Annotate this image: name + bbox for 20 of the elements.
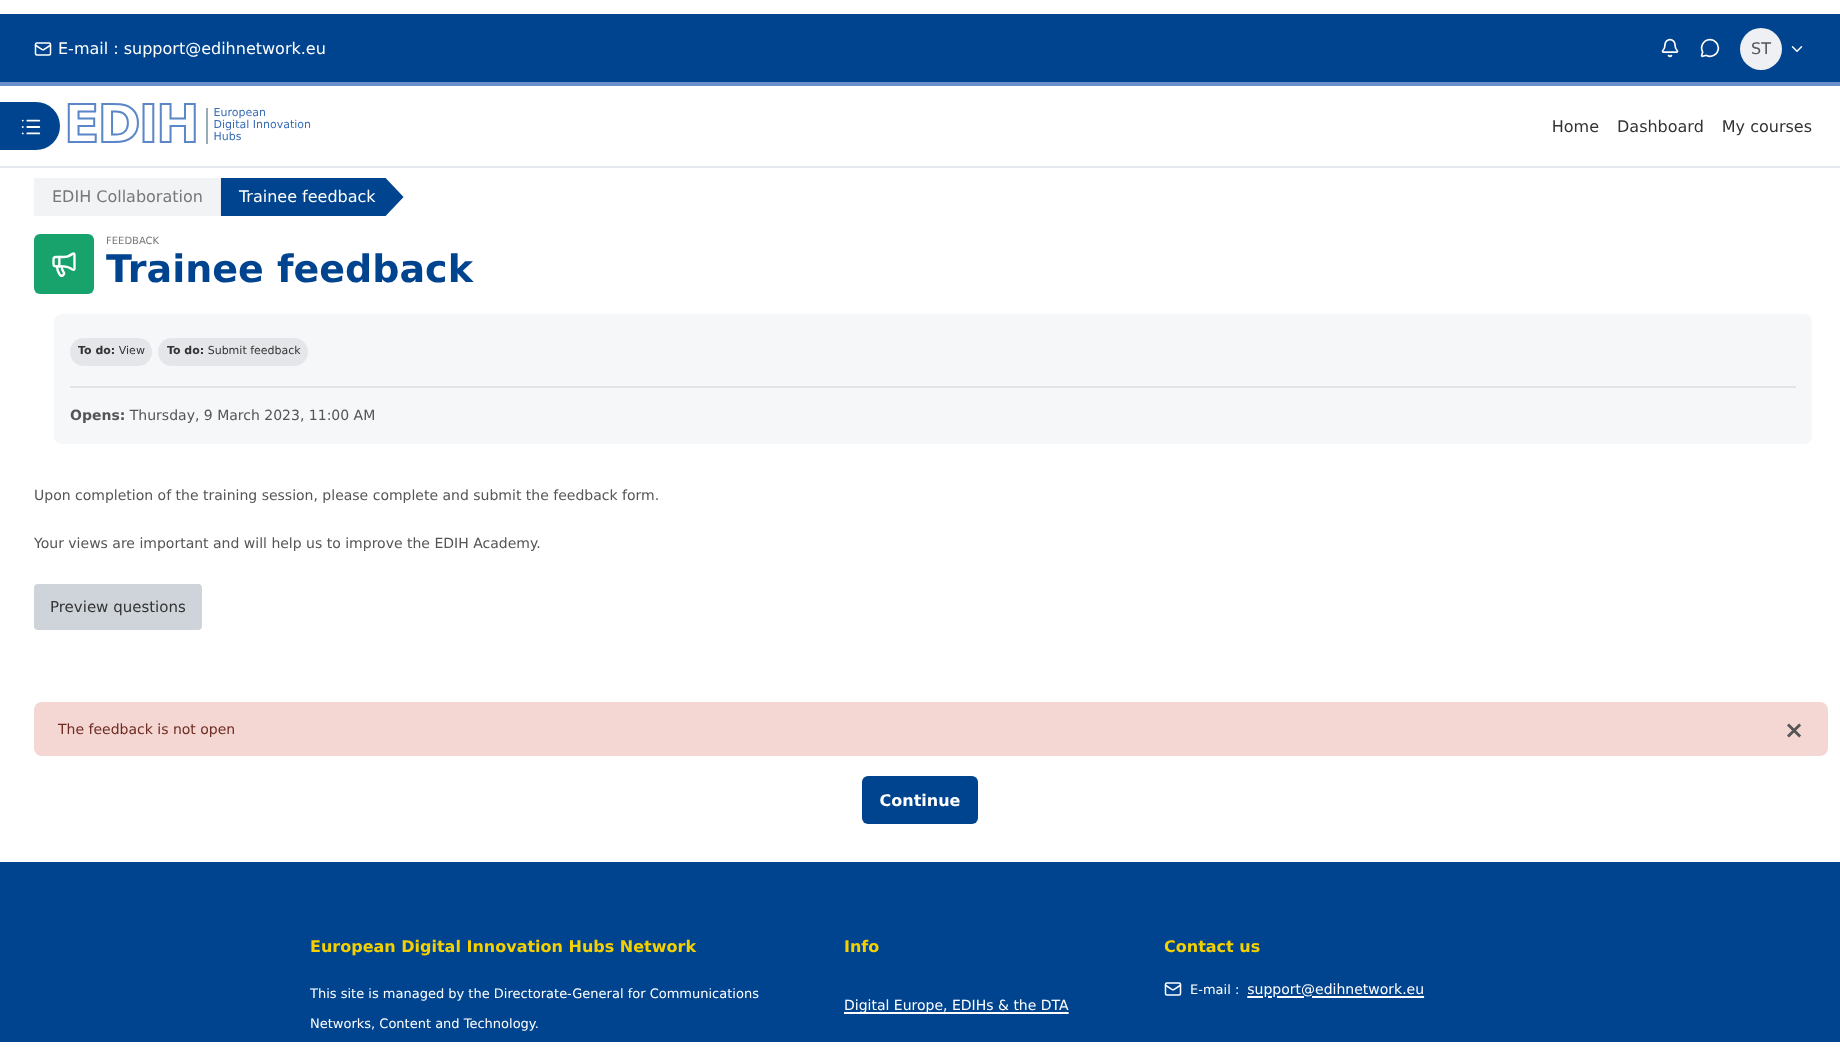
close-button[interactable]: ×	[1783, 717, 1804, 741]
breadcrumb-item[interactable]: EDIH Collaboration	[34, 178, 221, 216]
logo-mark: EDIH	[64, 100, 198, 152]
nav-link[interactable]: My courses	[1721, 117, 1812, 135]
mail-icon	[34, 39, 52, 57]
continue-button[interactable]: Continue	[861, 776, 979, 824]
megaphone-icon	[34, 234, 94, 294]
nav-link[interactable]: Dashboard	[1617, 117, 1704, 135]
email-label: E-mail : support@edihnetwork.eu	[58, 39, 326, 57]
message-icon[interactable]	[1700, 38, 1720, 58]
nav-link[interactable]: Home	[1551, 117, 1599, 135]
footer-heading: Contact us	[1164, 938, 1263, 956]
user-avatar[interactable]: ST	[1740, 27, 1782, 69]
drawer-button[interactable]	[0, 102, 60, 150]
notification-icon[interactable]	[1660, 38, 1680, 58]
page-title: Trainee feedback	[106, 248, 473, 292]
footer-heading: European Digital Innovation Hubs Network	[310, 938, 699, 956]
footer-heading: Info	[844, 938, 882, 956]
breadcrumb-item[interactable]: Trainee feedback	[220, 178, 404, 216]
mail-icon	[1164, 980, 1182, 998]
